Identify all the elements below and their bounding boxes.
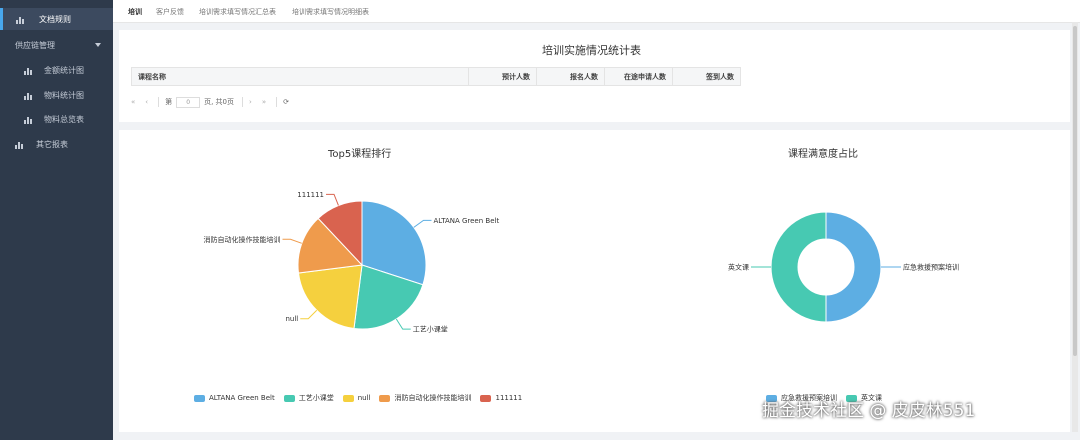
legend-swatch — [342, 394, 354, 402]
slice-label: 消防自动化操作技能培训 — [203, 235, 280, 244]
scrollbar-thumb[interactable] — [1073, 26, 1077, 356]
pie-slice[interactable] — [825, 211, 882, 323]
legend-item[interactable]: 111111 — [480, 394, 522, 402]
legend-swatch — [480, 394, 492, 402]
label-leader-line — [300, 309, 318, 320]
legend-label: 消防自动化操作技能培训 — [394, 394, 472, 402]
legend-label: 工艺小课堂 — [298, 394, 334, 402]
slice-label: null — [285, 315, 298, 323]
slice-label: 工艺小课堂 — [413, 325, 448, 334]
charts-svg: ALTANA Green Belt 工艺小课堂 null 消防自动化操作技能培训 111… — [203, 191, 959, 334]
donut-chart: 应急救援预案培训 英文课 — [728, 211, 959, 323]
legend-swatch — [379, 394, 391, 402]
slice-label: 应急救援预案培训 — [903, 263, 959, 272]
legend-label: 111111 — [495, 394, 523, 402]
pie-chart: ALTANA Green Belt 工艺小课堂 null 消防自动化操作技能培训 111… — [203, 191, 499, 334]
slice-label: 英文课 — [728, 263, 749, 272]
legend-swatch — [283, 394, 295, 402]
label-leader-line — [326, 193, 339, 206]
legend-item[interactable]: 消防自动化操作技能培训 — [379, 393, 471, 403]
pie-slice[interactable] — [770, 211, 827, 323]
legend-item[interactable]: null — [342, 394, 371, 402]
legend-item[interactable]: ALTANA Green Belt — [194, 394, 275, 402]
label-leader-line — [413, 219, 432, 228]
legend-swatch — [194, 394, 205, 402]
pie-legend: ALTANA Green Belt 工艺小课堂 null 消防自动化操作技能培训 111… — [194, 393, 531, 403]
slice-label: 111111 — [297, 191, 324, 199]
label-leader-line — [282, 238, 302, 244]
legend-label: null — [357, 394, 371, 402]
legend-label: ALTANA Green Belt — [209, 394, 275, 402]
slice-label: ALTANA Green Belt — [433, 217, 499, 225]
label-leader-line — [395, 318, 411, 330]
watermark: 掘金技术社区 @ 皮皮林551 — [762, 401, 976, 421]
legend-item[interactable]: 工艺小课堂 — [283, 393, 334, 403]
